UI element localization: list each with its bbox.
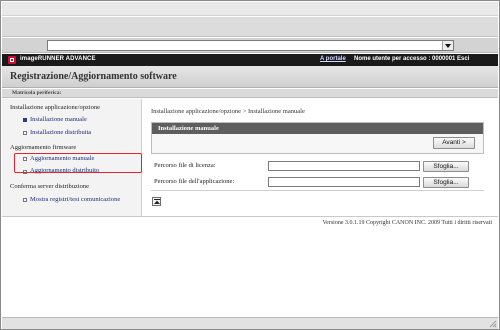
url-input[interactable] [47, 40, 454, 51]
app-browse-button[interactable]: Sfoglia... [423, 177, 469, 188]
serial-bar: Matricola periferica: [2, 89, 498, 98]
serial-label: Matricola periferica: [12, 90, 62, 96]
sidebar-item-manual-install[interactable]: Installazione manuale [30, 116, 87, 123]
app-path-input[interactable] [268, 177, 420, 187]
next-button[interactable]: Avanti > [433, 137, 475, 149]
status-bar [2, 317, 498, 329]
license-path-input[interactable] [268, 161, 420, 171]
bullet-icon [23, 118, 27, 122]
license-path-label: Percorso file di licenza: [154, 162, 216, 169]
address-bar [2, 38, 498, 53]
scroll-to-top-button[interactable] [152, 197, 161, 206]
footer: Versione 3.0.1.19 Copyright CANON INC. 2… [2, 216, 498, 230]
portal-link[interactable]: A portale [320, 56, 346, 62]
window-title-strip [2, 2, 498, 16]
sidebar-item-show-logs[interactable]: Mostra registri/test comunicazione [30, 196, 120, 203]
page-title: Registrazione/Aggiornamento software [10, 71, 177, 82]
canon-logo-icon [8, 56, 16, 64]
url-dropdown-button[interactable] [442, 41, 453, 50]
breadcrumb: Installazione applicazione/opzione > Ins… [151, 108, 305, 115]
sidebar-heading-distribution-server: Conferma server distribuzione [10, 183, 90, 190]
resize-grip-icon[interactable] [489, 320, 497, 328]
main-content: Installazione applicazione/opzione > Ins… [143, 99, 498, 216]
brand-name: imageRUNNER ADVANCE [20, 56, 96, 62]
arrow-up-icon [153, 199, 160, 204]
user-info-logout[interactable]: Nome utente per accesso : 0000001 Esci [354, 56, 469, 62]
brand-bar: imageRUNNER ADVANCE A portale Nome utent… [2, 54, 498, 66]
license-browse-button[interactable]: Sfoglia... [423, 161, 469, 172]
chevron-down-icon [445, 43, 451, 48]
panel-title: Installazione manuale [152, 123, 483, 134]
sidebar-heading-app-install: Installazione applicazione/opzione [10, 104, 101, 111]
browser-window: imageRUNNER ADVANCE A portale Nome utent… [0, 0, 500, 330]
app-path-label: Percorso file dell'applicazione: [154, 178, 235, 185]
highlight-annotation [14, 153, 142, 173]
browser-toolbar [2, 17, 498, 37]
empty-area [2, 231, 498, 317]
bullet-icon [23, 198, 27, 202]
copyright-text: Versione 3.0.1.19 Copyright CANON INC. 2… [322, 220, 493, 226]
sidebar-item-distributed-install[interactable]: Installazione distribuita [30, 129, 91, 136]
page-title-bar: Registrazione/Aggiornamento software [2, 66, 498, 88]
bullet-icon [23, 131, 27, 135]
manual-install-panel: Installazione manuale Avanti > [151, 122, 484, 154]
divider [151, 190, 484, 191]
sidebar-heading-firmware: Aggiornamento firmware [10, 144, 77, 151]
